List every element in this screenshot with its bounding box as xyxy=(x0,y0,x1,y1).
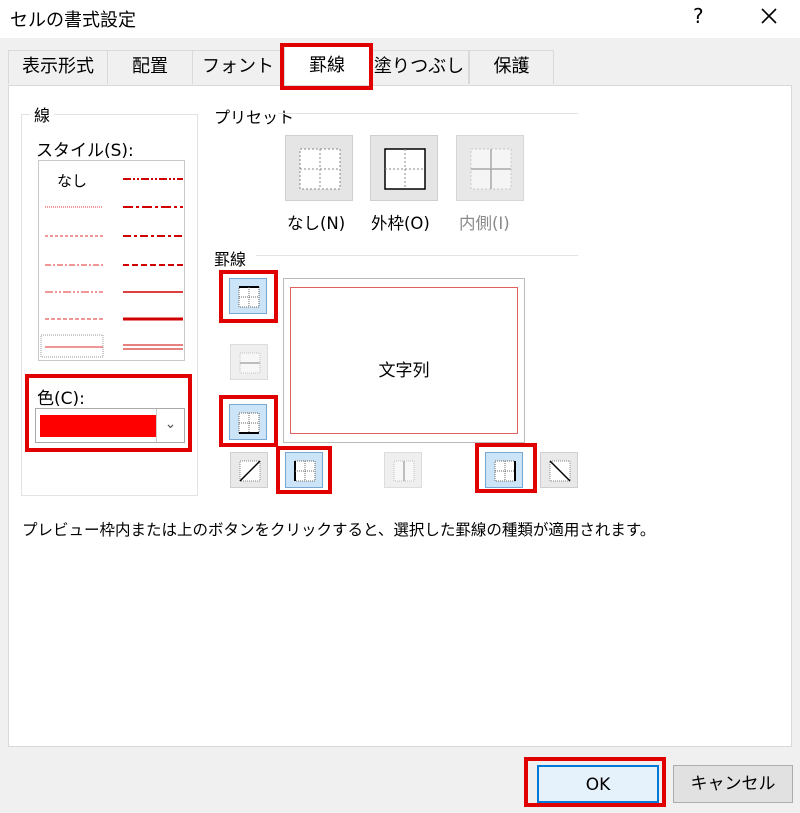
color-label: 色(C): xyxy=(37,389,85,409)
ok-button[interactable]: OK xyxy=(537,765,659,803)
title-bar: セルの書式設定 ? xyxy=(0,0,800,38)
cancel-button[interactable]: キャンセル xyxy=(673,765,793,803)
color-dropdown[interactable]: ⌄ xyxy=(35,408,185,443)
border-right-icon xyxy=(494,460,516,482)
close-button[interactable] xyxy=(754,1,784,31)
diagonal-up-icon xyxy=(239,460,261,482)
preset-inside-icon xyxy=(470,148,512,190)
border-diagonal-down-button[interactable] xyxy=(540,452,578,488)
border-inside-horizontal-button[interactable] xyxy=(230,344,268,380)
border-bottom-button[interactable] xyxy=(229,404,267,440)
preset-none-button[interactable] xyxy=(285,135,353,201)
preset-group-title: プリセット xyxy=(214,108,295,127)
border-inside-vertical-button[interactable] xyxy=(384,452,422,488)
border-left-button[interactable] xyxy=(285,452,323,488)
border-inside-vertical-icon xyxy=(393,460,415,482)
tab-alignment[interactable]: 配置 xyxy=(107,50,193,84)
border-right-button[interactable] xyxy=(485,452,523,488)
preset-outline-label: 外枠(O) xyxy=(371,214,430,233)
hint-text: プレビュー枠内または上のボタンをクリックすると、選択した罫線の種類が適用されます… xyxy=(22,521,656,539)
line-style-samples xyxy=(40,178,183,358)
border-bottom-icon xyxy=(238,412,260,434)
preset-inside-label: 内側(I) xyxy=(459,214,510,233)
preset-outline-icon xyxy=(384,148,426,190)
help-button[interactable]: ? xyxy=(693,4,704,28)
tab-border[interactable]: 罫線 xyxy=(284,46,370,86)
line-group-title: 線 xyxy=(30,102,55,126)
preset-none-icon xyxy=(299,148,341,190)
color-swatch xyxy=(40,415,156,437)
preset-none-label: なし(N) xyxy=(287,214,346,233)
preview-text: 文字列 xyxy=(378,361,430,381)
border-inside-horizontal-icon xyxy=(239,352,261,374)
preset-divider xyxy=(278,113,578,114)
tab-font[interactable]: フォント xyxy=(192,50,284,84)
diagonal-down-icon xyxy=(549,460,571,482)
tab-protection[interactable]: 保護 xyxy=(469,50,554,84)
border-divider xyxy=(256,255,578,256)
border-preview[interactable]: 文字列 xyxy=(283,278,525,443)
border-top-button[interactable] xyxy=(229,278,267,314)
preview-cell[interactable]: 文字列 xyxy=(290,287,518,434)
close-icon xyxy=(761,8,777,24)
dialog-title: セルの書式設定 xyxy=(10,10,136,31)
border-group-title: 罫線 xyxy=(214,250,247,269)
preset-outline-button[interactable] xyxy=(370,135,438,201)
border-diagonal-up-button[interactable] xyxy=(230,452,268,488)
preset-inside-button[interactable] xyxy=(456,135,524,201)
style-label: スタイル(S): xyxy=(36,141,134,161)
border-left-icon xyxy=(294,460,316,482)
tab-bar: 表示形式 配置 フォント 保護 塗りつぶし 罫線 xyxy=(0,46,800,86)
line-style-list[interactable]: なし xyxy=(38,160,185,361)
tab-fill[interactable]: 塗りつぶし xyxy=(369,50,469,84)
tab-number-format[interactable]: 表示形式 xyxy=(8,50,108,84)
border-top-icon xyxy=(238,286,260,308)
chevron-down-icon[interactable]: ⌄ xyxy=(156,409,184,442)
